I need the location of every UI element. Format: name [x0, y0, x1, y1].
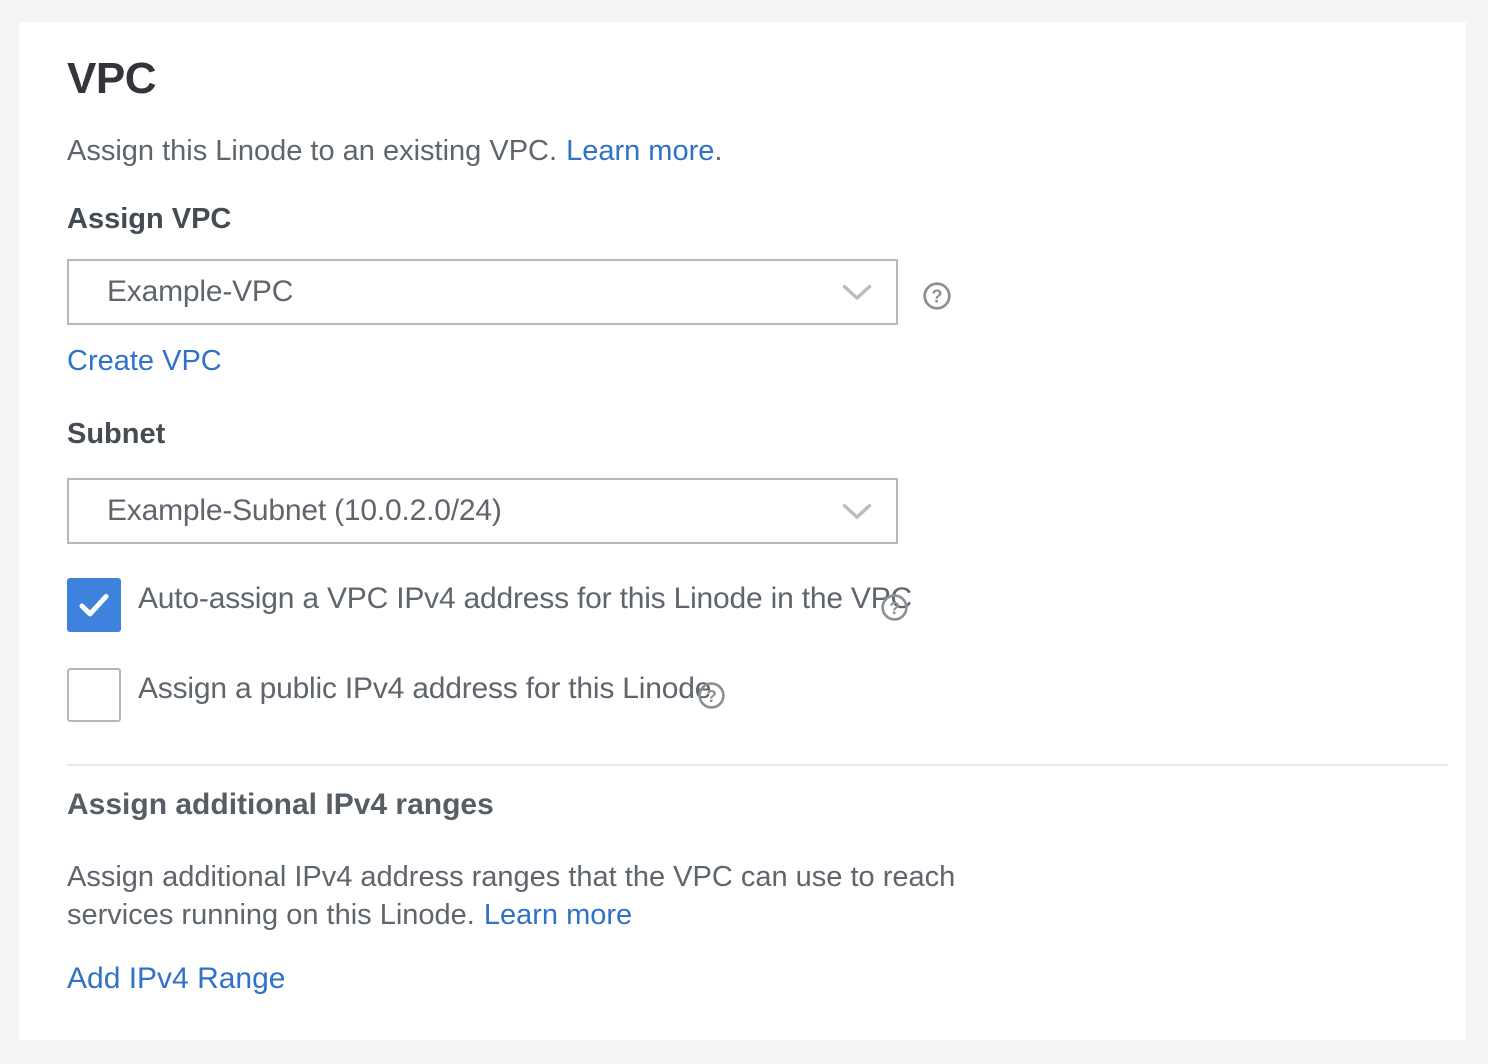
auto-assign-checkbox-label: Auto-assign a VPC IPv4 address for this … — [138, 581, 912, 617]
public-ipv4-help-icon[interactable]: ? — [697, 681, 726, 710]
description-line2: services running on this Linode. — [67, 899, 475, 931]
additional-ranges-heading: Assign additional IPv4 ranges — [67, 788, 494, 822]
assign-vpc-select[interactable]: Example-VPC — [67, 259, 898, 325]
create-vpc-link[interactable]: Create VPC — [67, 345, 222, 378]
intro-text: Assign this Linode to an existing VPC. Le… — [67, 133, 722, 169]
subnet-selected-value: Example-Subnet (10.0.2.0/24) — [107, 494, 502, 528]
auto-assign-checkbox[interactable] — [67, 578, 121, 632]
public-ipv4-checkbox-label: Assign a public IPv4 address for this Li… — [138, 671, 711, 707]
assign-vpc-label: Assign VPC — [67, 203, 231, 236]
additional-ranges-description: Assign additional IPv4 address ranges th… — [67, 858, 955, 934]
chevron-down-icon — [842, 284, 872, 301]
section-divider — [67, 764, 1448, 766]
svg-text:?: ? — [932, 287, 943, 307]
intro-text-main: Assign this Linode to an existing VPC. — [67, 135, 557, 167]
add-ipv4-range-link[interactable]: Add IPv4 Range — [67, 962, 285, 996]
page-title: VPC — [67, 53, 156, 106]
assign-vpc-help-icon[interactable]: ? — [922, 281, 952, 311]
svg-text:?: ? — [889, 598, 900, 618]
auto-assign-help-icon[interactable]: ? — [880, 593, 909, 622]
subnet-label: Subnet — [67, 418, 165, 451]
intro-text-suffix: . — [714, 135, 722, 167]
learn-more-link[interactable]: Learn more — [566, 135, 714, 167]
svg-text:?: ? — [706, 686, 717, 706]
public-ipv4-checkbox[interactable] — [67, 668, 121, 722]
chevron-down-icon — [842, 503, 872, 520]
assign-vpc-selected-value: Example-VPC — [107, 275, 293, 309]
checkmark-icon — [78, 592, 110, 619]
vpc-panel: VPC Assign this Linode to an existing VP… — [19, 22, 1466, 1040]
subnet-select[interactable]: Example-Subnet (10.0.2.0/24) — [67, 478, 898, 544]
ranges-learn-more-link[interactable]: Learn more — [484, 899, 632, 931]
description-line1: Assign additional IPv4 address ranges th… — [67, 861, 955, 893]
